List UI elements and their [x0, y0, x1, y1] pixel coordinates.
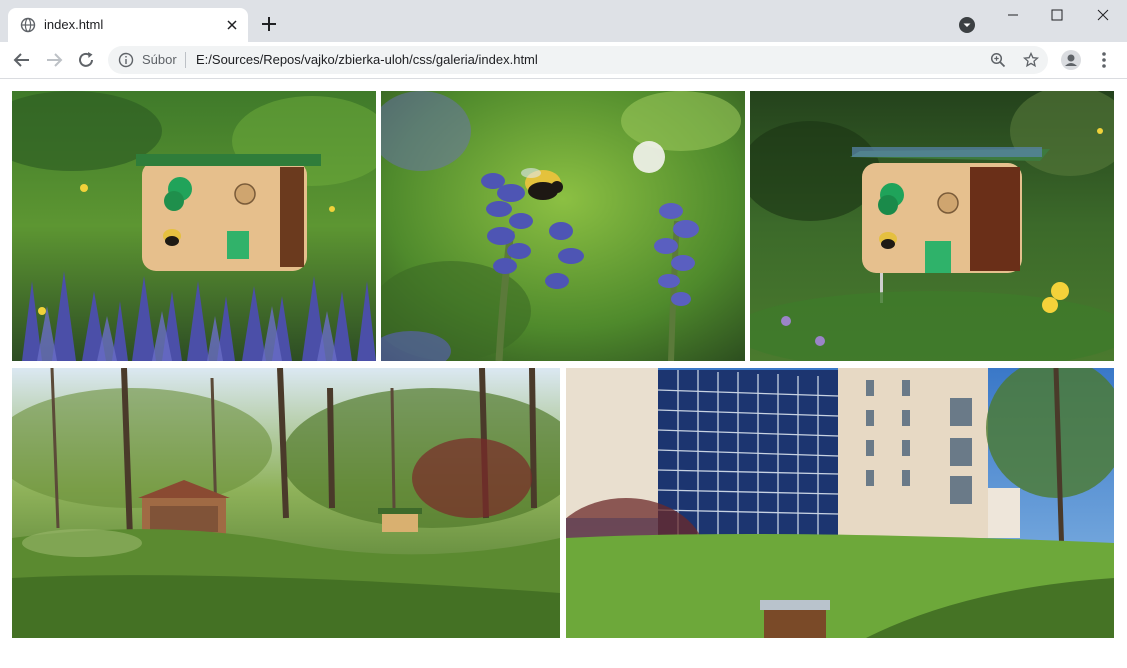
file-chip-label: Súbor — [142, 52, 177, 67]
tab-title: index.html — [44, 17, 104, 32]
forward-icon[interactable] — [44, 50, 64, 70]
maximize-icon — [1051, 9, 1063, 21]
close-window-button[interactable] — [1080, 0, 1126, 30]
reload-icon[interactable] — [76, 50, 96, 70]
new-tab-icon[interactable] — [260, 15, 278, 33]
address-bar[interactable]: Súbor E:/Sources/Repos/vajko/zbierka-ulo… — [108, 46, 1048, 74]
gallery-photo-bee-house-flowers[interactable] — [12, 91, 376, 361]
tab-index-html[interactable]: index.html — [8, 8, 248, 42]
gallery-photo-bumblebee[interactable] — [381, 91, 745, 361]
kebab-menu-icon[interactable] — [1096, 50, 1112, 70]
minimize-icon — [1008, 14, 1018, 16]
photo-gallery — [0, 79, 1127, 668]
gallery-photo-university-building[interactable] — [566, 368, 1114, 638]
toolbar: Súbor E:/Sources/Repos/vajko/zbierka-ulo… — [0, 42, 1127, 79]
tab-strip: index.html — [0, 0, 1127, 42]
close-icon[interactable] — [224, 17, 240, 33]
maximize-button[interactable] — [1034, 0, 1080, 30]
zoom-icon[interactable] — [990, 52, 1006, 68]
profile-avatar[interactable] — [1061, 50, 1081, 70]
gallery-photo-park-gazebo[interactable] — [12, 368, 560, 638]
close-window-icon — [1097, 9, 1109, 21]
bookmark-star-icon[interactable] — [1023, 52, 1039, 68]
minimize-button[interactable] — [990, 0, 1036, 30]
globe-icon — [20, 17, 36, 33]
chip-divider — [185, 52, 186, 68]
tab-search-icon[interactable] — [958, 16, 976, 34]
back-icon[interactable] — [12, 50, 32, 70]
url-text[interactable]: E:/Sources/Repos/vajko/zbierka-uloh/css/… — [196, 52, 538, 68]
gallery-photo-bee-house-meadow[interactable] — [750, 91, 1114, 361]
info-icon[interactable] — [118, 52, 134, 68]
person-icon — [1065, 54, 1077, 66]
